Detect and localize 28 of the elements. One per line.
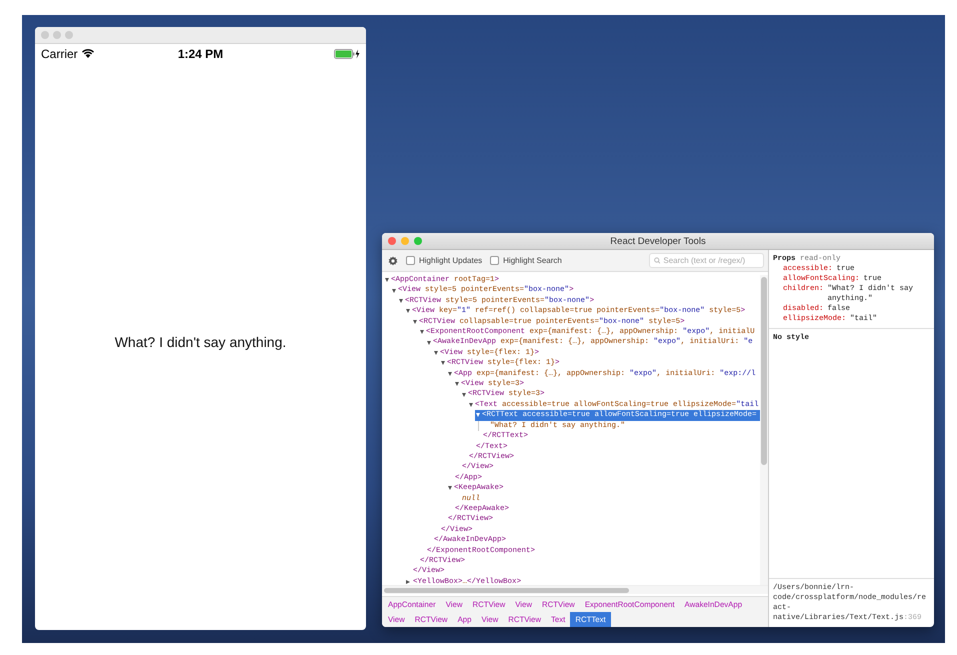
carrier-label: Carrier	[41, 46, 78, 60]
status-time: 1:24 PM	[178, 46, 224, 60]
battery-charging-icon	[334, 48, 360, 58]
disclosure-triangle-icon[interactable]	[448, 486, 452, 490]
disclosure-triangle-icon[interactable]	[462, 392, 466, 397]
disclosure-triangle-icon[interactable]	[406, 309, 410, 314]
disclosure-triangle-icon[interactable]	[441, 361, 445, 366]
wifi-icon	[82, 49, 94, 58]
disclosure-triangle-icon[interactable]	[448, 372, 452, 376]
content-text: What? I didn't say anything.	[114, 334, 286, 350]
disclosure-triangle-icon[interactable]	[455, 382, 459, 386]
settings-icon[interactable]	[388, 256, 398, 266]
disclosure-triangle-icon[interactable]	[385, 278, 389, 282]
scrollbar-thumb[interactable]	[384, 588, 629, 593]
checkbox[interactable]	[406, 256, 415, 265]
disclosure-triangle-icon[interactable]	[434, 351, 438, 356]
disclosure-triangle-icon[interactable]	[399, 299, 403, 304]
disclosure-triangle-icon[interactable]	[420, 330, 424, 334]
scrollbar-thumb[interactable]	[761, 277, 767, 465]
disclosure-triangle-icon[interactable]	[427, 340, 431, 345]
disclosure-triangle-icon[interactable]	[413, 320, 417, 324]
checkbox-label: Highlight Updates	[419, 256, 482, 265]
checkbox-label: Highlight Search	[503, 256, 562, 265]
search-field[interactable]: Search (text or /regex/)	[649, 253, 764, 268]
checkbox[interactable]	[490, 256, 500, 265]
disclosure-triangle-icon[interactable]	[392, 288, 396, 293]
window-title: React Developer Tools	[610, 236, 706, 246]
search-icon	[654, 257, 660, 264]
